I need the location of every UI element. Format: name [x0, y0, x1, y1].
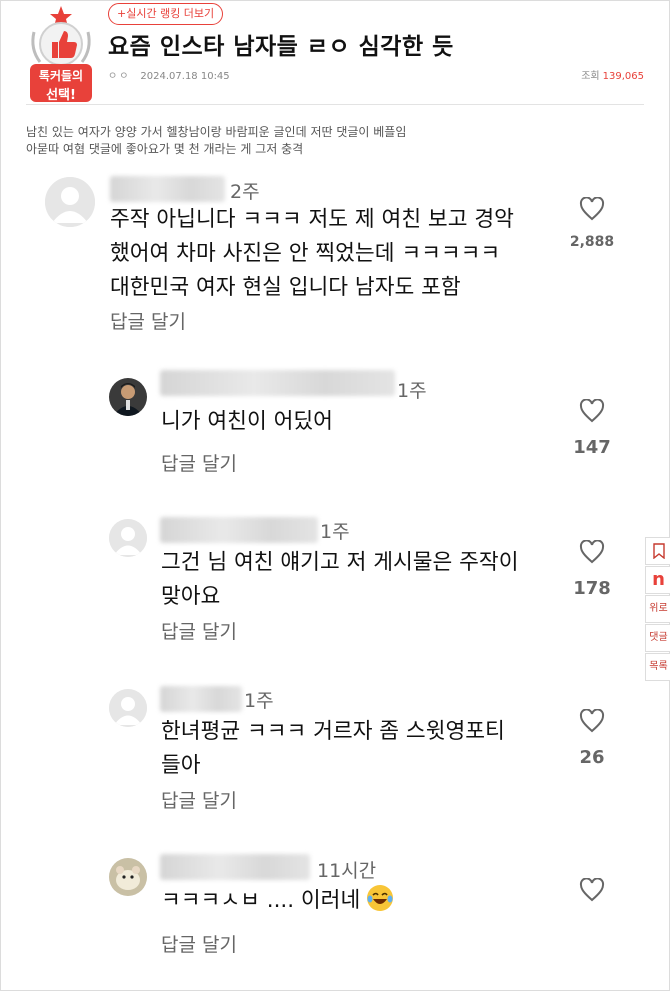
post-author[interactable]: ㅇㅇ — [108, 71, 130, 82]
badge-label-1: 톡커들의 — [38, 69, 84, 83]
reply-button[interactable]: 답글 달기 — [161, 449, 237, 476]
comments-jump-button[interactable]: 댓글 — [645, 624, 670, 652]
heart-icon — [579, 197, 605, 221]
comment-line: 했어여 차마 사진은 안 찍었는데 ㅋㅋㅋㅋㅋ — [110, 241, 501, 266]
blurred-username[interactable] — [110, 176, 225, 202]
heart-icon — [579, 399, 605, 423]
comment-text: 한녀평균 ㅋㅋㅋ 거르자 좀 스윗영포티 들아 — [161, 715, 505, 783]
comment-time: 1주 — [244, 690, 274, 712]
list-button[interactable]: 목록 — [645, 653, 670, 681]
post-description: 남친 있는 여자가 양양 가서 헬창남이랑 바람피운 글인데 저딴 댓글이 베플… — [26, 124, 406, 158]
blurred-username[interactable] — [160, 686, 242, 712]
bookmark-rail-button[interactable] — [645, 537, 670, 565]
heart-icon — [579, 709, 605, 733]
comment-line: 주작 아닙니다 ㅋㅋㅋ 저도 제 여친 보고 경악 — [110, 207, 514, 232]
heart-icon — [579, 540, 605, 564]
views-label: 조회 — [581, 71, 600, 82]
comment-line: 그건 님 여친 얘기고 저 게시물은 주작이 — [161, 550, 519, 575]
header-divider — [26, 104, 644, 105]
post-date: 2024.07.18 10:45 — [140, 71, 230, 82]
view-count: 조회 139,065 — [581, 67, 644, 82]
like-button[interactable]: 147 — [562, 399, 622, 458]
like-button[interactable] — [562, 878, 622, 902]
like-button[interactable]: 178 — [562, 540, 622, 599]
like-count: 147 — [573, 437, 611, 458]
comment-text: ㅋㅋㅋㅅㅂ .... 이러네 — [161, 884, 394, 918]
comment-time: 1주 — [397, 380, 427, 402]
post-title: 요즘 인스타 남자들 ㄹㅇ 심각한 듯 — [108, 34, 454, 60]
bookmark-icon — [652, 543, 665, 560]
comment-text: 니가 여친이 어딨어 — [161, 405, 333, 439]
default-avatar-icon[interactable] — [109, 519, 147, 557]
like-count: 26 — [579, 747, 605, 768]
like-button[interactable]: 2,888 — [562, 197, 622, 250]
talkers-choice-badge: 톡커들의 선택! — [26, 4, 96, 104]
reply-button[interactable]: 답글 달기 — [110, 307, 186, 334]
like-count: 2,888 — [569, 234, 615, 250]
post-line: 아묻따 여혐 댓글에 좋아요가 몇 천 개라는 게 그저 충격 — [26, 142, 304, 156]
comment-text: 그건 님 여친 얘기고 저 게시물은 주작이 맞아요 — [161, 546, 519, 614]
default-avatar-icon[interactable] — [45, 177, 95, 227]
hamster-photo-avatar[interactable] — [109, 858, 147, 896]
scroll-top-button[interactable]: 위로 — [645, 595, 670, 623]
reply-button[interactable]: 답글 달기 — [161, 786, 237, 813]
blurred-username[interactable] — [160, 517, 318, 543]
reply-button[interactable]: 답글 달기 — [161, 930, 237, 957]
blurred-username[interactable] — [160, 854, 310, 880]
laughing-emoji-icon — [367, 885, 394, 911]
realtime-ranking-link[interactable]: +실시간 랭킹 더보기 — [108, 3, 224, 25]
comment-line: 니가 여친이 어딨어 — [161, 409, 333, 434]
comment-line: ㅋㅋㅋㅅㅂ .... 이러네 — [161, 888, 361, 913]
comment-time: 2주 — [230, 181, 260, 203]
comment-time: 11시간 — [317, 860, 377, 882]
default-avatar-icon[interactable] — [109, 689, 147, 727]
post-line: 남친 있는 여자가 양양 가서 헬창남이랑 바람피운 글인데 저딴 댓글이 베플… — [26, 125, 407, 139]
heart-icon — [579, 878, 605, 902]
badge-label-2: 선택! — [46, 88, 76, 103]
user-photo-avatar[interactable] — [109, 378, 147, 416]
reply-button[interactable]: 답글 달기 — [161, 617, 237, 644]
comment-line: 맞아요 — [161, 584, 221, 609]
comment-line: 대한민국 여자 현실 입니다 남자도 포함 — [110, 275, 461, 300]
comment-time: 1주 — [320, 521, 350, 543]
views-number: 139,065 — [602, 71, 644, 82]
blurred-username[interactable] — [160, 370, 395, 396]
comment-text: 주작 아닙니다 ㅋㅋㅋ 저도 제 여친 보고 경악 했어여 차마 사진은 안 찍… — [110, 203, 514, 305]
like-count: 178 — [573, 578, 611, 599]
post-meta: ㅇㅇ 2024.07.18 10:45 — [108, 67, 230, 82]
comment-line: 들아 — [161, 753, 201, 778]
like-button[interactable]: 26 — [562, 709, 622, 768]
naver-share-button[interactable]: n — [645, 566, 670, 594]
comment-line: 한녀평균 ㅋㅋㅋ 거르자 좀 스윗영포티 — [161, 719, 505, 744]
